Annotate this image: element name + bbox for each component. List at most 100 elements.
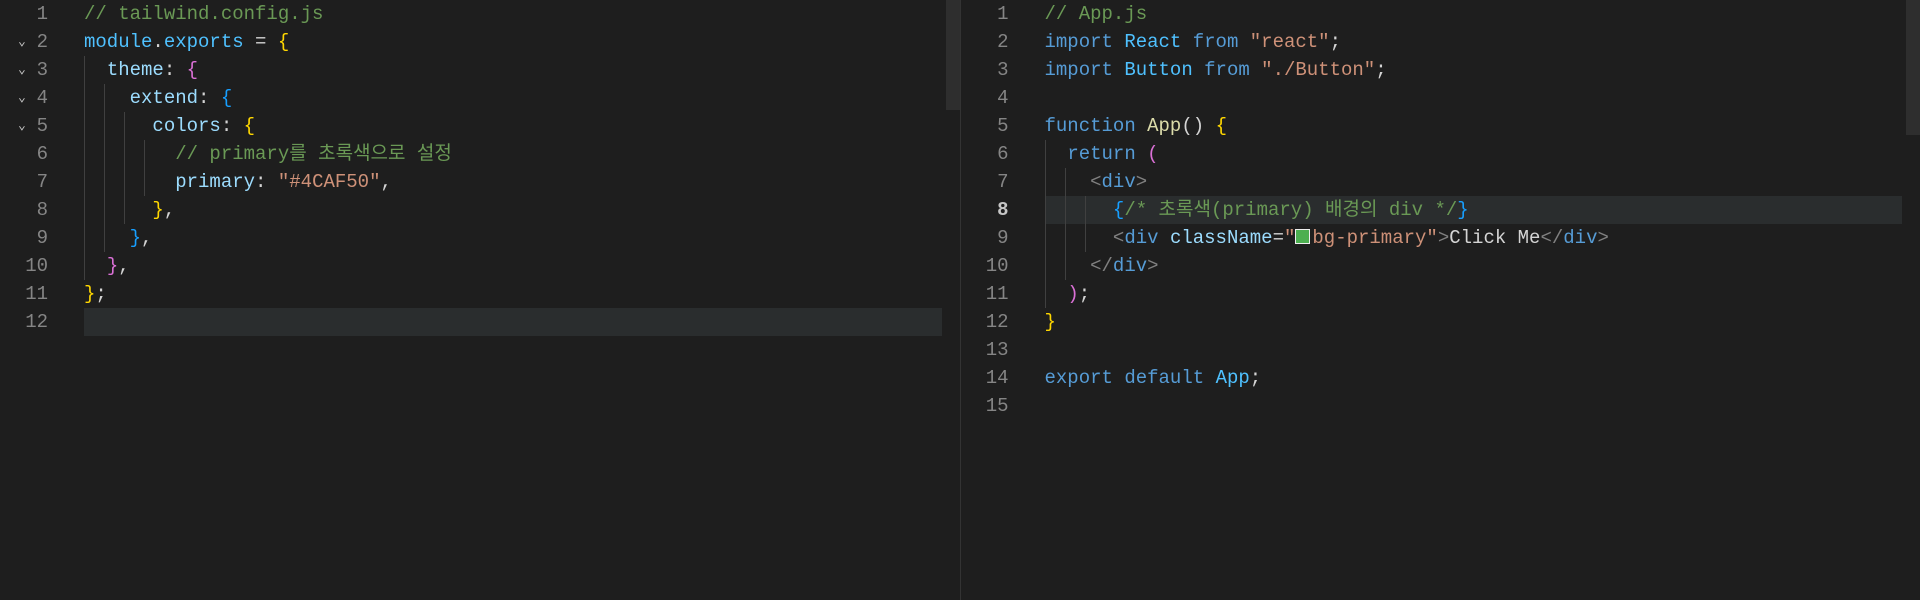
code-text: ( [1147, 143, 1158, 165]
line-number[interactable]: 11 [0, 280, 48, 308]
code-text: } [130, 227, 141, 249]
code-text: exports [164, 31, 244, 53]
code-text: : [198, 87, 221, 109]
code-text: return [1067, 143, 1135, 165]
code-area-left[interactable]: // tailwind.config.js module.exports = {… [70, 0, 960, 600]
minimap-right[interactable] [1902, 0, 1920, 600]
line-number[interactable]: 8 [0, 196, 48, 224]
code-text [1136, 143, 1147, 165]
line-number[interactable]: 6 [961, 140, 1009, 168]
line-number[interactable]: 12 [961, 308, 1009, 336]
code-text [1045, 255, 1091, 277]
code-text: > [1438, 227, 1449, 249]
line-number[interactable]: 12 [0, 308, 48, 336]
line-number[interactable]: 11 [961, 280, 1009, 308]
code-text: Button [1124, 59, 1192, 81]
code-text [84, 255, 107, 277]
code-text: } [107, 255, 118, 277]
line-number[interactable]: 4 [0, 84, 48, 112]
editor-pane-right: 1 2 3 4 5 6 7 8 9 10 11 12 13 14 15 // A… [961, 0, 1920, 600]
line-number[interactable]: 10 [961, 252, 1009, 280]
code-text: < [1090, 171, 1101, 193]
line-number[interactable]: 6 [0, 140, 48, 168]
code-text: { [278, 31, 289, 53]
line-number[interactable]: 9 [0, 224, 48, 252]
code-text: = [244, 31, 278, 53]
code-text: </ [1090, 255, 1113, 277]
code-text: className [1170, 227, 1273, 249]
code-text: </ [1540, 227, 1563, 249]
line-number[interactable]: 7 [961, 168, 1009, 196]
code-text: . [152, 31, 163, 53]
code-text [84, 143, 175, 165]
minimap-left[interactable] [942, 0, 960, 600]
code-text: // App.js [1045, 3, 1148, 25]
line-number[interactable]: 2 [961, 28, 1009, 56]
code-text: , [118, 255, 129, 277]
line-number[interactable]: 14 [961, 364, 1009, 392]
code-text: { [1216, 115, 1227, 137]
code-text: primary [175, 171, 255, 193]
code-text: : [221, 115, 244, 137]
code-text: theme [107, 59, 164, 81]
code-text: colors [152, 115, 220, 137]
code-text [84, 87, 130, 109]
line-number[interactable]: 5 [0, 112, 48, 140]
code-text: Click Me [1449, 227, 1540, 249]
code-text [1204, 367, 1215, 389]
code-text: < [1113, 227, 1124, 249]
code-text: extend [130, 87, 198, 109]
line-number[interactable]: 9 [961, 224, 1009, 252]
code-text: } [1457, 199, 1468, 221]
code-text [1113, 31, 1124, 53]
code-text: bg-primary [1312, 227, 1426, 249]
line-number[interactable]: 1 [961, 0, 1009, 28]
code-text [1113, 59, 1124, 81]
code-text [84, 227, 130, 249]
code-text: " [1426, 227, 1437, 249]
code-text [84, 171, 175, 193]
line-number[interactable]: 3 [961, 56, 1009, 84]
code-text [1045, 171, 1091, 193]
code-text: , [380, 171, 391, 193]
code-text [84, 59, 107, 81]
line-number[interactable]: 1 [0, 0, 48, 28]
code-text: } [1045, 311, 1056, 333]
code-text: React [1124, 31, 1181, 53]
code-text [1045, 143, 1068, 165]
code-text [1045, 227, 1113, 249]
code-text: "./Button" [1261, 59, 1375, 81]
code-area-right[interactable]: // App.js import React from "react"; imp… [1031, 0, 1920, 600]
code-text: from [1204, 59, 1250, 81]
code-text: div [1124, 227, 1158, 249]
code-text [1113, 367, 1124, 389]
code-text: , [164, 199, 175, 221]
line-number[interactable]: 13 [961, 336, 1009, 364]
line-number[interactable]: 5 [961, 112, 1009, 140]
code-text: } [152, 199, 163, 221]
line-number[interactable]: 2 [0, 28, 48, 56]
code-text: , [141, 227, 152, 249]
line-number[interactable]: 3 [0, 56, 48, 84]
code-text: ; [1079, 283, 1090, 305]
code-text [1045, 199, 1113, 221]
code-text: : [164, 59, 187, 81]
line-number[interactable]: 10 [0, 252, 48, 280]
code-text: = [1273, 227, 1284, 249]
code-text [1136, 115, 1147, 137]
code-text: "react" [1250, 31, 1330, 53]
code-text [1181, 31, 1192, 53]
editor-pane-left: 1 2 3 4 5 6 7 8 9 10 11 12 // tailwind.c… [0, 0, 961, 600]
code-text: // primary를 초록색으로 설정 [175, 143, 452, 165]
line-number[interactable]: 15 [961, 392, 1009, 420]
code-text: : [255, 171, 278, 193]
line-number[interactable]: 7 [0, 168, 48, 196]
code-text: div [1113, 255, 1147, 277]
line-number[interactable]: 4 [961, 84, 1009, 112]
code-text [1250, 59, 1261, 81]
code-text: () [1181, 115, 1215, 137]
code-text [1238, 31, 1249, 53]
line-number[interactable]: 8 [961, 196, 1009, 224]
code-text: App [1147, 115, 1181, 137]
code-text: "#4CAF50" [278, 171, 381, 193]
